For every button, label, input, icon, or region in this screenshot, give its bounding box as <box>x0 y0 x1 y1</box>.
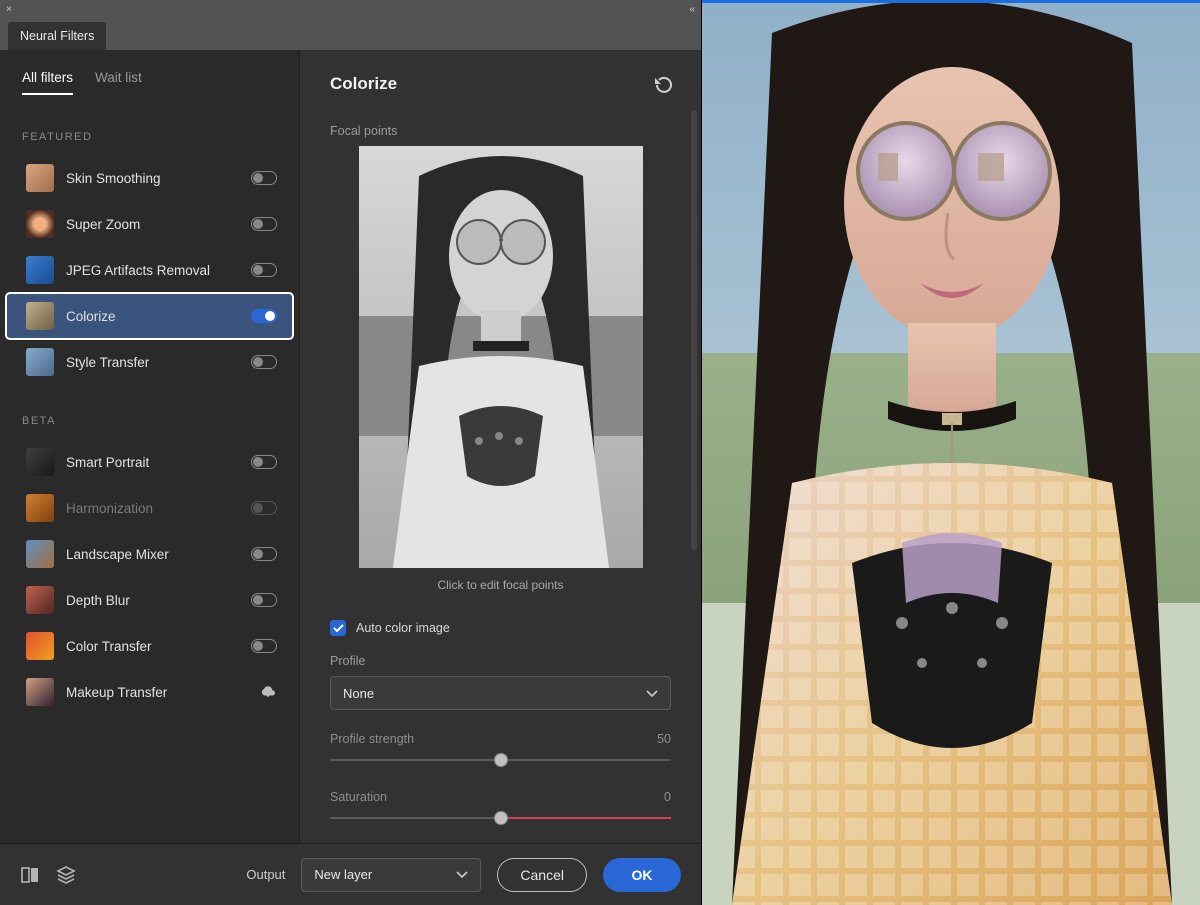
output-label: Output <box>246 867 285 882</box>
panel-footer: Output New layer Cancel OK <box>0 843 701 905</box>
profile-strength-slider[interactable] <box>330 752 671 768</box>
filter-landscape-mixer[interactable]: Landscape Mixer <box>6 531 293 577</box>
filter-colorize[interactable]: Colorize <box>6 293 293 339</box>
download-icon[interactable] <box>259 685 277 699</box>
auto-color-checkbox[interactable] <box>330 620 346 636</box>
filter-label: Landscape Mixer <box>66 547 239 562</box>
thumb-icon <box>26 586 54 614</box>
panel-header: × « <box>0 0 701 18</box>
thumb-icon <box>26 678 54 706</box>
thumb-icon <box>26 494 54 522</box>
output-select[interactable]: New layer <box>301 858 481 892</box>
thumb-icon <box>26 348 54 376</box>
toggle[interactable] <box>251 593 277 607</box>
filter-label: Super Zoom <box>66 217 239 232</box>
output-value: New layer <box>314 867 372 882</box>
filter-label: Depth Blur <box>66 593 239 608</box>
saturation-value: 0 <box>664 790 671 804</box>
chevron-down-icon <box>456 867 468 882</box>
layers-icon[interactable] <box>56 865 76 885</box>
thumb-icon <box>26 632 54 660</box>
cancel-button[interactable]: Cancel <box>497 858 587 892</box>
filter-settings: Colorize Focal points <box>300 50 701 843</box>
toggle[interactable] <box>251 455 277 469</box>
section-featured-label: FEATURED <box>0 101 299 155</box>
toggle[interactable] <box>251 639 277 653</box>
filter-makeup-transfer[interactable]: Makeup Transfer <box>6 669 293 715</box>
ok-button[interactable]: OK <box>603 858 681 892</box>
profile-strength-label: Profile strength <box>330 732 414 746</box>
filter-label: Style Transfer <box>66 355 239 370</box>
thumb-icon <box>26 164 54 192</box>
toggle[interactable] <box>251 355 277 369</box>
filter-harmonization[interactable]: Harmonization <box>6 485 293 531</box>
thumb-icon <box>26 448 54 476</box>
toggle[interactable] <box>251 501 277 515</box>
profile-label: Profile <box>330 654 671 668</box>
chevron-down-icon <box>646 686 658 701</box>
filter-label: Color Transfer <box>66 639 239 654</box>
thumb-icon <box>26 256 54 284</box>
toggle[interactable] <box>251 309 277 323</box>
panel-tab-row: Neural Filters <box>0 18 701 50</box>
panel-tab-neural-filters[interactable]: Neural Filters <box>8 22 106 50</box>
filter-label: Colorize <box>66 309 239 324</box>
thumb-icon <box>26 302 54 330</box>
focal-caption: Click to edit focal points <box>330 578 671 592</box>
toggle[interactable] <box>251 171 277 185</box>
scrollbar[interactable] <box>691 110 697 550</box>
thumb-icon <box>26 540 54 568</box>
filter-jpeg-artifacts-removal[interactable]: JPEG Artifacts Removal <box>6 247 293 293</box>
filter-list: All filters Wait list FEATURED Skin Smoo… <box>0 50 300 843</box>
filter-depth-blur[interactable]: Depth Blur <box>6 577 293 623</box>
close-icon[interactable]: × <box>6 4 12 15</box>
focal-points-label: Focal points <box>330 124 671 138</box>
neural-filters-panel: × « Neural Filters All filters Wait list… <box>0 0 702 905</box>
toggle[interactable] <box>251 263 277 277</box>
filter-skin-smoothing[interactable]: Skin Smoothing <box>6 155 293 201</box>
filter-color-transfer[interactable]: Color Transfer <box>6 623 293 669</box>
auto-color-label: Auto color image <box>356 621 450 635</box>
saturation-slider[interactable] <box>330 810 671 826</box>
profile-value: None <box>343 686 374 701</box>
filter-label: Harmonization <box>66 501 239 516</box>
tab-all-filters[interactable]: All filters <box>22 70 73 95</box>
thumb-icon <box>26 210 54 238</box>
filter-super-zoom[interactable]: Super Zoom <box>6 201 293 247</box>
focal-point-preview[interactable] <box>359 146 643 568</box>
reset-icon[interactable] <box>653 76 675 99</box>
filter-label: Smart Portrait <box>66 455 239 470</box>
preview-compare-icon[interactable] <box>20 865 40 885</box>
settings-title: Colorize <box>330 74 671 94</box>
filter-smart-portrait[interactable]: Smart Portrait <box>6 439 293 485</box>
section-beta-label: BETA <box>0 385 299 439</box>
saturation-label: Saturation <box>330 790 387 804</box>
document-canvas[interactable] <box>702 0 1200 905</box>
tab-wait-list[interactable]: Wait list <box>95 70 142 95</box>
profile-strength-value: 50 <box>657 732 671 746</box>
toggle[interactable] <box>251 547 277 561</box>
filter-label: Makeup Transfer <box>66 685 247 700</box>
collapse-icon[interactable]: « <box>689 4 695 15</box>
filter-label: JPEG Artifacts Removal <box>66 263 239 278</box>
toggle[interactable] <box>251 217 277 231</box>
profile-select[interactable]: None <box>330 676 671 710</box>
filter-style-transfer[interactable]: Style Transfer <box>6 339 293 385</box>
filter-label: Skin Smoothing <box>66 171 239 186</box>
